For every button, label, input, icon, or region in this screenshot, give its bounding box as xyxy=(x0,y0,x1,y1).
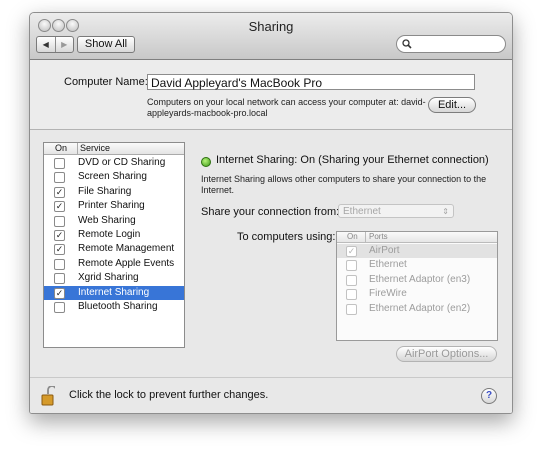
service-checkbox[interactable]: ✓ xyxy=(54,186,65,198)
port-checkbox[interactable] xyxy=(346,274,357,286)
search-icon xyxy=(402,39,412,49)
port-row: ✓ AirPort xyxy=(337,244,497,258)
share-from-value: Ethernet xyxy=(343,206,381,217)
title-bar: Sharing ◀ ▶ Show All xyxy=(30,13,512,60)
service-row[interactable]: Remote Apple Events xyxy=(44,257,184,271)
description-line2: Internet. xyxy=(201,185,235,195)
service-label: Remote Login xyxy=(78,229,141,240)
service-label: Screen Sharing xyxy=(78,171,147,183)
share-from-label: Share your connection from: xyxy=(201,206,340,218)
service-label: File Sharing xyxy=(78,185,132,197)
help-button[interactable]: ? xyxy=(481,388,497,404)
service-label: Remote Management xyxy=(78,243,175,255)
forward-button[interactable]: ▶ xyxy=(54,37,74,52)
service-row[interactable]: ✓ Internet Sharing xyxy=(44,285,184,300)
service-label: Remote Apple Events xyxy=(78,257,175,269)
computer-name-field[interactable]: David Appleyard's MacBook Pro xyxy=(147,74,475,90)
service-row[interactable]: Bluetooth Sharing xyxy=(44,300,184,314)
service-checkbox[interactable]: ✓ xyxy=(54,230,65,241)
port-label: Ethernet Adaptor (en3) xyxy=(369,273,471,285)
computer-name-label: Computer Name: xyxy=(64,76,148,88)
nav-buttons: ◀ ▶ xyxy=(36,36,74,53)
ports-header: On Ports xyxy=(337,232,497,243)
service-row[interactable]: Screen Sharing xyxy=(44,170,184,184)
network-address-line1: Computers on your local network can acce… xyxy=(147,97,426,107)
service-row[interactable]: ✓ File Sharing xyxy=(44,185,184,199)
airport-options-button[interactable]: AirPort Options... xyxy=(396,346,497,362)
port-label: Ethernet Adaptor (en2) xyxy=(369,302,471,314)
popup-arrows-icon: ⇕ xyxy=(442,207,449,216)
service-checkbox[interactable]: ✓ xyxy=(54,201,65,213)
lock-text: Click the lock to prevent further change… xyxy=(69,389,269,401)
edit-button[interactable]: Edit... xyxy=(428,97,476,113)
service-label: Printer Sharing xyxy=(78,200,145,212)
service-checkbox[interactable] xyxy=(54,172,65,184)
lock-icon[interactable] xyxy=(41,386,55,406)
service-checkbox[interactable] xyxy=(54,273,65,285)
port-row: Ethernet Adaptor (en3) xyxy=(337,273,497,287)
service-label: Web Sharing xyxy=(78,214,136,226)
service-checkbox[interactable] xyxy=(54,258,65,270)
port-checkbox[interactable]: ✓ xyxy=(346,246,357,257)
service-label: Xgrid Sharing xyxy=(78,272,139,284)
services-header: On Service xyxy=(44,143,184,155)
to-computers-label: To computers using: xyxy=(237,231,336,243)
service-checkbox[interactable] xyxy=(54,215,65,227)
computer-name-section: Computer Name: David Appleyard's MacBook… xyxy=(30,60,512,130)
port-checkbox[interactable] xyxy=(346,303,357,315)
window-title: Sharing xyxy=(248,19,294,34)
sharing-panel: On Service DVD or CD Sharing Screen Shari… xyxy=(30,130,512,413)
port-checkbox[interactable] xyxy=(346,260,357,272)
service-checkbox[interactable]: ✓ xyxy=(54,244,65,256)
service-label: Bluetooth Sharing xyxy=(78,301,158,312)
services-list: On Service DVD or CD Sharing Screen Shari… xyxy=(43,142,185,348)
show-all-button[interactable]: Show All xyxy=(77,36,135,53)
back-button[interactable]: ◀ xyxy=(37,37,55,52)
service-checkbox[interactable]: ✓ xyxy=(54,287,65,299)
ports-list: On Ports ✓ AirPort Ethernet Ethernet Adapto… xyxy=(336,231,498,341)
service-row[interactable]: Web Sharing xyxy=(44,214,184,228)
col-service: Service xyxy=(77,143,110,154)
ports-col-on: On xyxy=(347,232,358,241)
sharing-window: Sharing ◀ ▶ Show All Computer Name: Davi… xyxy=(29,12,513,414)
service-checkbox[interactable] xyxy=(54,302,65,313)
service-row[interactable]: ✓ Remote Management xyxy=(44,242,184,256)
share-from-select[interactable]: Ethernet ⇕ xyxy=(338,204,454,218)
description-line1: Internet Sharing allows other computers … xyxy=(201,174,487,184)
service-checkbox[interactable] xyxy=(54,158,65,169)
network-address-line2: appleyards-macbook-pro.local xyxy=(147,108,268,118)
status-text: Internet Sharing: On (Sharing your Ether… xyxy=(216,154,489,166)
status-on-icon xyxy=(201,157,211,167)
port-checkbox[interactable] xyxy=(346,289,357,301)
port-label: Ethernet xyxy=(369,259,407,271)
search-input[interactable] xyxy=(396,35,506,53)
port-row: FireWire xyxy=(337,287,497,301)
service-row[interactable]: DVD or CD Sharing xyxy=(44,156,184,170)
service-row[interactable]: ✓ Printer Sharing xyxy=(44,199,184,213)
port-label: FireWire xyxy=(369,288,407,300)
footer: Click the lock to prevent further change… xyxy=(30,377,512,413)
port-row: Ethernet xyxy=(337,258,497,272)
service-label: Internet Sharing xyxy=(78,286,150,298)
service-row[interactable]: ✓ Remote Login xyxy=(44,228,184,242)
ports-col-ports: Ports xyxy=(365,232,388,242)
service-label: DVD or CD Sharing xyxy=(78,157,166,168)
port-label: AirPort xyxy=(369,245,400,256)
service-row[interactable]: Xgrid Sharing xyxy=(44,271,184,285)
port-row: Ethernet Adaptor (en2) xyxy=(337,302,497,316)
col-on: On xyxy=(55,143,68,153)
